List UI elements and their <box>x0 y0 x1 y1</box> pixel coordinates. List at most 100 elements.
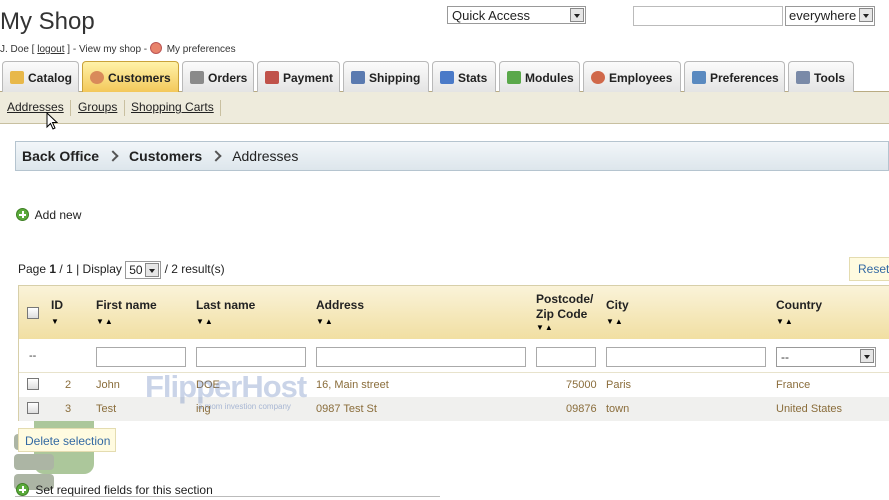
quick-access-value: Quick Access <box>452 8 531 23</box>
cell-id: 3 <box>65 403 72 415</box>
header-id: ID <box>51 298 63 312</box>
folder-icon <box>10 71 24 84</box>
table-header: ID ▼ First name ▼▲ Last name ▼▲ Address … <box>19 286 889 339</box>
cart-icon <box>190 71 204 84</box>
chart-icon <box>440 71 454 84</box>
chevron-down-icon[interactable] <box>145 263 160 277</box>
sort-arrows-icon[interactable]: ▼ <box>51 317 60 326</box>
filter-last-name-input[interactable] <box>196 347 306 367</box>
header-address: Address <box>316 298 365 312</box>
cell-country: France <box>776 379 811 391</box>
row-checkbox[interactable] <box>27 378 39 390</box>
sort-arrows-icon[interactable]: ▼▲ <box>536 323 554 332</box>
truck-icon <box>351 71 365 84</box>
breadcrumb-addresses: Addresses <box>232 148 299 164</box>
filter-address-input[interactable] <box>316 347 526 367</box>
sort-arrows-icon[interactable]: ▼▲ <box>96 317 114 326</box>
cell-city: town <box>606 403 630 415</box>
tab-label: Payment <box>283 71 334 85</box>
user-icon <box>90 71 104 84</box>
header-postcode-line2: Zip Code <box>536 307 588 321</box>
tab-label: Stats <box>458 71 488 85</box>
cell-address: 16, Main street <box>316 379 389 391</box>
tab-label: Preferences <box>710 71 779 85</box>
pager-results: / 2 result(s) <box>164 262 225 277</box>
wrench-icon <box>796 71 810 84</box>
preferences-icon <box>692 71 706 84</box>
sort-arrows-icon[interactable]: ▼▲ <box>606 317 624 326</box>
tab-preferences[interactable]: Preferences <box>684 61 785 92</box>
tab-label: Customers <box>108 71 171 85</box>
subtab-divider <box>220 100 221 116</box>
breadcrumb-back-office[interactable]: Back Office <box>22 148 99 164</box>
user-icon <box>149 42 162 54</box>
cell-postcode: 09876 <box>566 403 597 415</box>
delete-selection-button[interactable]: Delete selection <box>18 428 116 452</box>
tab-stats[interactable]: Stats <box>432 61 496 92</box>
plus-icon <box>16 483 29 496</box>
filter-id-placeholder: -- <box>29 350 37 362</box>
required-fields-link[interactable]: Set required fields for this section <box>16 483 213 497</box>
filter-row: -- -- <box>19 339 889 373</box>
header-postcode-line1: Postcode/ <box>536 292 594 306</box>
chevron-down-icon[interactable] <box>570 8 584 22</box>
cell-first-name: John <box>96 379 120 391</box>
subtab-shopping-carts[interactable]: Shopping Carts <box>131 100 214 114</box>
user-line: J. Doe [ logout ] - View my shop - My pr… <box>0 42 236 55</box>
sort-arrows-icon[interactable]: ▼▲ <box>316 317 334 326</box>
quick-access-select[interactable]: Quick Access <box>447 6 586 24</box>
filter-city-input[interactable] <box>606 347 766 367</box>
shop-title: My Shop <box>0 8 95 35</box>
puzzle-icon <box>507 71 521 84</box>
search-scope-select[interactable]: everywhere <box>785 6 875 26</box>
cell-id: 2 <box>65 379 72 391</box>
filter-country-value: -- <box>781 350 789 364</box>
tab-label: Employees <box>609 71 673 85</box>
select-all-checkbox[interactable] <box>27 307 39 319</box>
main-tabs: Catalog Customers Orders Payment Shippin… <box>0 61 889 92</box>
my-preferences-link[interactable]: My preferences <box>167 44 236 55</box>
tab-shipping[interactable]: Shipping <box>343 61 429 92</box>
view-shop-link[interactable]: ] - View my shop - <box>67 44 147 55</box>
divider <box>15 496 440 497</box>
reset-button[interactable]: Reset <box>849 257 889 281</box>
logout-link[interactable]: logout <box>37 44 64 55</box>
subtab-divider <box>124 100 125 116</box>
tab-tools[interactable]: Tools <box>788 61 854 92</box>
cell-first-name: Test <box>96 403 117 415</box>
tab-employees[interactable]: Employees <box>583 61 681 92</box>
breadcrumb-customers[interactable]: Customers <box>129 148 202 164</box>
employee-icon <box>591 71 605 84</box>
filter-postcode-input[interactable] <box>536 347 596 367</box>
search-input[interactable] <box>633 6 783 26</box>
tab-customers[interactable]: Customers <box>82 61 179 92</box>
header-first-name: First name <box>96 298 157 312</box>
row-checkbox[interactable] <box>27 402 39 414</box>
add-new-button[interactable]: Add new <box>16 208 81 222</box>
tab-orders[interactable]: Orders <box>182 61 254 92</box>
tab-label: Shipping <box>369 71 421 85</box>
tab-label: Orders <box>208 71 248 85</box>
user-name: J. Doe [ <box>0 44 35 55</box>
add-new-label: Add new <box>34 208 82 222</box>
tab-label: Modules <box>525 71 574 85</box>
filter-country-select[interactable]: -- <box>776 347 876 367</box>
display-count-select[interactable]: 50 <box>125 261 162 279</box>
chevron-down-icon[interactable] <box>859 8 873 22</box>
breadcrumb: Back Office Customers Addresses <box>15 141 889 171</box>
sort-arrows-icon[interactable]: ▼▲ <box>196 317 214 326</box>
subtab-groups[interactable]: Groups <box>78 100 117 114</box>
sort-arrows-icon[interactable]: ▼▲ <box>776 317 794 326</box>
chevron-down-icon[interactable] <box>860 349 874 363</box>
tab-modules[interactable]: Modules <box>499 61 580 92</box>
tab-label: Tools <box>814 71 846 85</box>
pager: Page 1 / 1 | Display 50 / 2 result(s) <box>18 261 225 279</box>
tab-catalog[interactable]: Catalog <box>2 61 79 92</box>
filter-first-name-input[interactable] <box>96 347 186 367</box>
header-postcode: Postcode/ Zip Code <box>536 292 593 322</box>
search-scope-value: everywhere <box>789 8 857 23</box>
plus-icon <box>16 208 29 221</box>
chevron-right-icon <box>210 150 222 162</box>
tab-payment[interactable]: Payment <box>257 61 340 92</box>
watermark-tagline: a mom investion company <box>198 402 291 411</box>
